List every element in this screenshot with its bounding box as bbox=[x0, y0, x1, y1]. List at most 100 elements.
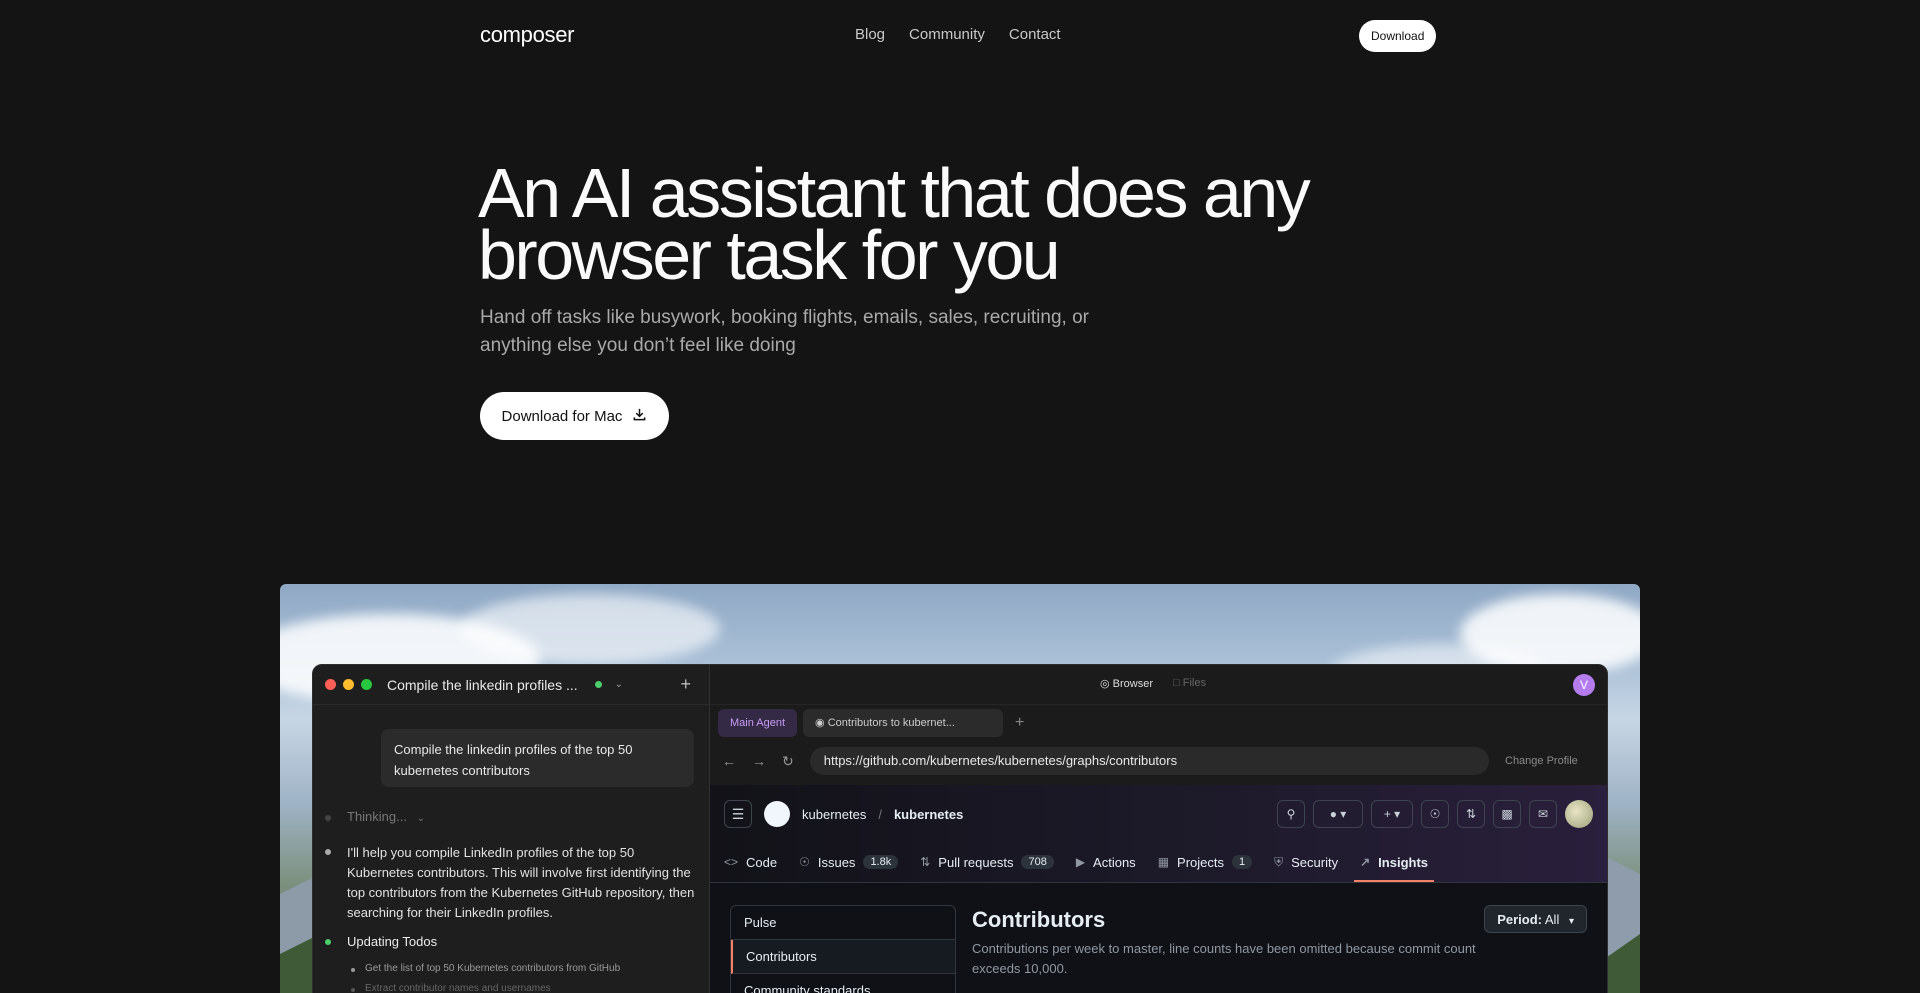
projects-count: 1 bbox=[1232, 855, 1253, 869]
todo-item: Get the list of top 50 Kubernetes contri… bbox=[365, 963, 621, 974]
hero-title-line-2: browser task for you bbox=[478, 216, 1061, 294]
play-icon: ▶ bbox=[1075, 855, 1086, 869]
tab-contributors-label: Contributors to kubernet... bbox=[827, 717, 955, 729]
todos-label: Updating Todos bbox=[347, 934, 438, 949]
nav-link-blog[interactable]: Blog bbox=[855, 26, 885, 43]
browser-view-button[interactable]: ◎ Browser bbox=[1100, 677, 1153, 690]
minimize-window-button[interactable] bbox=[343, 679, 354, 690]
shield-icon: ⛨ bbox=[1274, 854, 1284, 869]
chevron-down-icon: ▾ bbox=[1568, 916, 1574, 927]
bullet-icon bbox=[351, 988, 355, 992]
globe-icon: ◎ bbox=[1100, 678, 1110, 690]
issues-count: 1.8k bbox=[863, 855, 899, 869]
hero-subtitle: Hand off tasks like busywork, booking fl… bbox=[480, 304, 1120, 360]
sidebar-item-contributors[interactable]: Contributors bbox=[731, 940, 955, 974]
inbox-icon[interactable]: ✉ bbox=[1529, 800, 1557, 828]
issues-icon[interactable]: ☉ bbox=[1421, 800, 1449, 828]
tab-insights[interactable]: ↗ Insights bbox=[1354, 842, 1434, 882]
download-for-mac-button[interactable]: Download for Mac bbox=[480, 392, 669, 440]
github-header: ☰ kubernetes / kubernetes ⚲ ● ▾ + ▾ ☉ ⇅ … bbox=[710, 785, 1607, 883]
pull-request-icon: ⇅ bbox=[920, 855, 931, 869]
tab-contributors[interactable]: ◉ Contributors to kubernet... bbox=[803, 709, 1004, 737]
top-nav: composer Blog Community Contact Download bbox=[0, 0, 1920, 72]
download-button[interactable]: Download bbox=[1359, 20, 1437, 52]
back-icon[interactable]: ← bbox=[722, 753, 736, 769]
browser-tabs: Main Agent ◉ Contributors to kubernet...… bbox=[710, 705, 1607, 741]
repo-separator: / bbox=[878, 806, 882, 822]
table-icon: ▦ bbox=[1157, 855, 1170, 869]
download-icon bbox=[632, 407, 647, 426]
view-switcher: ◎ Browser □ Files bbox=[1100, 677, 1206, 690]
search-icon[interactable]: ⚲ bbox=[1277, 800, 1305, 828]
bullet-icon bbox=[325, 815, 331, 821]
menu-icon[interactable]: ☰ bbox=[724, 800, 752, 828]
insights-content: Pulse Contributors Community standards C… bbox=[710, 883, 1607, 993]
tab-issues[interactable]: ☉ Issues 1.8k bbox=[799, 842, 899, 882]
discussions-icon[interactable]: ▩ bbox=[1493, 800, 1521, 828]
browser-panel: ◎ Browser □ Files V Main Agent ◉ Contrib… bbox=[710, 665, 1607, 993]
thinking-toggle[interactable]: Thinking... ⌄ bbox=[347, 809, 425, 824]
copilot-icon[interactable]: ● ▾ bbox=[1313, 800, 1363, 828]
period-select[interactable]: Period: All ▾ bbox=[1484, 905, 1587, 933]
tab-projects[interactable]: ▦ Projects 1 bbox=[1157, 842, 1253, 882]
page-description: Contributions per week to master, line c… bbox=[972, 941, 1476, 976]
sidebar-item-pulse[interactable]: Pulse bbox=[731, 906, 955, 940]
graph-icon: ↗ bbox=[1360, 855, 1371, 869]
logo[interactable]: composer bbox=[480, 22, 575, 48]
files-view-button[interactable]: □ Files bbox=[1173, 677, 1206, 690]
app-window: Compile the linkedin profiles ... ⌄ + Co… bbox=[312, 664, 1608, 993]
hero-title: An AI assistant that does any browser ta… bbox=[478, 158, 1378, 290]
nav-link-community[interactable]: Community bbox=[909, 26, 985, 43]
hero-subtitle-line-2: anything else you don’t feel like doing bbox=[480, 335, 796, 356]
avatar[interactable]: V bbox=[1573, 674, 1595, 696]
address-bar: ← → ↻ https://github.com/kubernetes/kube… bbox=[710, 741, 1607, 781]
new-session-button[interactable]: + bbox=[680, 674, 691, 695]
forward-icon[interactable]: → bbox=[752, 753, 766, 769]
tab-security[interactable]: ⛨ Security bbox=[1274, 842, 1338, 882]
pull-requests-count: 708 bbox=[1021, 855, 1054, 869]
change-profile-button[interactable]: Change Profile bbox=[1505, 755, 1595, 767]
repo-owner[interactable]: kubernetes bbox=[802, 807, 866, 822]
period-key: Period: bbox=[1497, 912, 1542, 927]
browser-label: Browser bbox=[1112, 678, 1154, 690]
header-actions: ⚲ ● ▾ + ▾ ☉ ⇅ ▩ ✉ bbox=[1277, 800, 1593, 828]
avatar[interactable] bbox=[1565, 800, 1593, 828]
maximize-window-button[interactable] bbox=[361, 679, 372, 690]
nav-links: Blog Community Contact bbox=[855, 26, 1061, 43]
add-icon[interactable]: + ▾ bbox=[1371, 800, 1413, 828]
thinking-label: Thinking... bbox=[347, 809, 407, 824]
page-title: Contributors bbox=[972, 907, 1106, 932]
repo-tabs: <> Code ☉ Issues 1.8k ⇅ Pull requests 708 ▶ Ac… bbox=[724, 842, 1607, 882]
github-page: ☰ kubernetes / kubernetes ⚲ ● ▾ + ▾ ☉ ⇅ … bbox=[710, 785, 1607, 993]
repo-name[interactable]: kubernetes bbox=[894, 807, 963, 822]
github-logo-icon[interactable] bbox=[764, 801, 790, 827]
insights-sidebar: Pulse Contributors Community standards bbox=[730, 905, 956, 993]
tab-code[interactable]: <> Code bbox=[724, 842, 777, 882]
tab-code-label: Code bbox=[746, 854, 778, 870]
new-tab-button[interactable]: + bbox=[1015, 714, 1024, 732]
files-label: Files bbox=[1182, 677, 1206, 689]
tab-security-label: Security bbox=[1291, 854, 1339, 870]
sidebar-item-community-standards[interactable]: Community standards bbox=[731, 974, 955, 993]
close-window-button[interactable] bbox=[325, 679, 336, 690]
session-title[interactable]: Compile the linkedin profiles ... bbox=[387, 677, 578, 693]
assistant-message: I'll help you compile LinkedIn profiles … bbox=[347, 845, 695, 920]
folder-icon: □ bbox=[1173, 677, 1180, 689]
tab-pull-requests[interactable]: ⇅ Pull requests 708 bbox=[920, 842, 1054, 882]
reload-icon[interactable]: ↻ bbox=[782, 753, 794, 770]
tab-insights-label: Insights bbox=[1378, 854, 1429, 870]
todo-item: Extract contributor names and usernames bbox=[365, 983, 551, 993]
chevron-down-icon[interactable]: ⌄ bbox=[615, 679, 623, 690]
issue-icon: ☉ bbox=[799, 855, 810, 869]
bullet-icon bbox=[325, 849, 331, 855]
tab-actions[interactable]: ▶ Actions bbox=[1076, 842, 1136, 882]
pull-requests-icon[interactable]: ⇅ bbox=[1457, 800, 1485, 828]
bullet-icon bbox=[325, 939, 331, 945]
tab-main-agent[interactable]: Main Agent bbox=[718, 709, 798, 737]
period-value: All bbox=[1544, 912, 1560, 927]
github-icon: ◉ bbox=[815, 717, 825, 729]
nav-link-contact[interactable]: Contact bbox=[1009, 26, 1061, 43]
tab-projects-label: Projects bbox=[1177, 854, 1224, 870]
cta-label: Download for Mac bbox=[501, 407, 623, 425]
url-input[interactable]: https://github.com/kubernetes/kubernetes… bbox=[809, 747, 1489, 775]
